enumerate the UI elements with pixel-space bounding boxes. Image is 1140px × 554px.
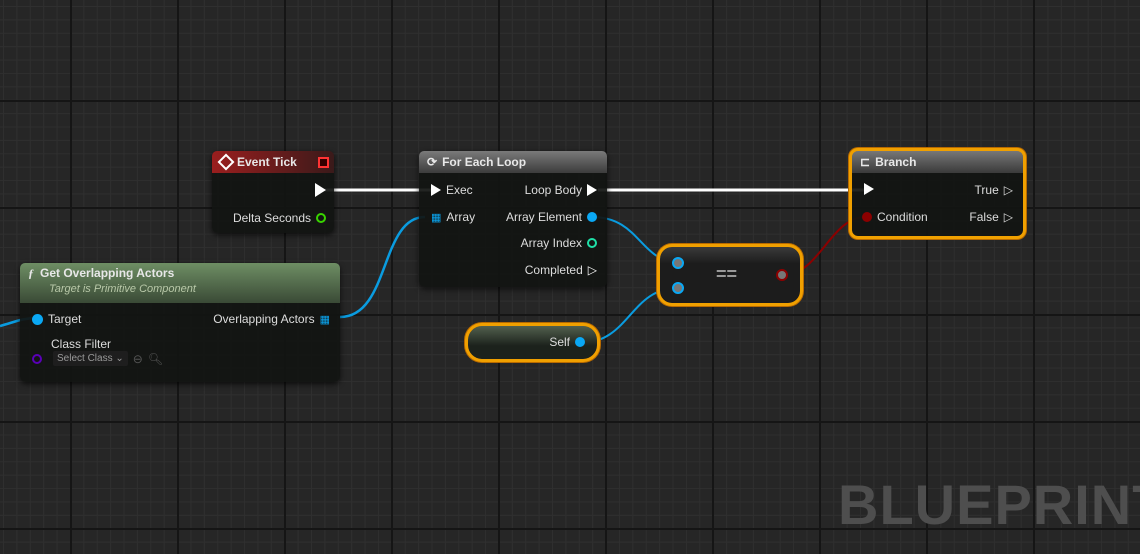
pin-label: Self: [549, 335, 570, 349]
pin-label: Loop Body: [524, 183, 582, 197]
exec-out-pin-hollow[interactable]: ▷: [1004, 183, 1013, 197]
self-node[interactable]: Self: [465, 323, 600, 362]
pin-label: Array: [446, 210, 476, 224]
array-pin[interactable]: ▦: [320, 313, 330, 326]
function-icon: ƒ: [28, 266, 34, 280]
bool-out-pin[interactable]: [776, 269, 788, 281]
branch-node[interactable]: ⊏ Branch Condition True ▷ False ▷: [849, 148, 1026, 239]
array-wire[interactable]: [339, 215, 426, 319]
pin-label: True: [974, 183, 999, 197]
exec-in-pin[interactable]: [431, 184, 441, 196]
object-pin[interactable]: [32, 313, 43, 325]
exec-out-pin-hollow[interactable]: ▷: [1004, 210, 1013, 224]
pin-label: Exec: [446, 183, 473, 197]
pin-label: Class Filter: [51, 337, 112, 351]
pin-label: Array Index: [520, 236, 582, 250]
object-pin[interactable]: [587, 212, 597, 222]
browse-search-icon[interactable]: 🔍︎: [148, 352, 163, 366]
node-title: Event Tick: [237, 155, 297, 169]
pin-label: Completed: [524, 263, 583, 277]
loop-icon: ⟳: [427, 155, 438, 169]
get-overlapping-actors-node[interactable]: ƒ Get Overlapping Actors Target is Primit…: [20, 263, 340, 382]
int-pin[interactable]: [587, 238, 597, 248]
pin-label: Array Element: [505, 210, 582, 224]
node-title: Get Overlapping Actors: [40, 266, 175, 280]
exec-in-pin[interactable]: [864, 183, 874, 195]
equals-node[interactable]: ==: [657, 244, 803, 306]
array-pin[interactable]: ▦: [431, 211, 441, 224]
node-title: For Each Loop: [442, 155, 527, 169]
select-class-dropdown[interactable]: Select Class ⌄: [53, 351, 128, 366]
use-selected-icon[interactable]: ⊖: [133, 352, 143, 366]
pin-label: Condition: [877, 210, 928, 224]
exec-out-pin[interactable]: [315, 183, 326, 197]
object-in-pin-b[interactable]: [672, 282, 684, 294]
for-each-loop-node[interactable]: ⟳ For Each Loop Exec ▦ Array Loop Body Ar…: [419, 151, 607, 287]
blueprint-watermark: BLUEPRINT: [838, 473, 1140, 536]
pin-label: False: [969, 210, 999, 224]
bool-pin[interactable]: [862, 212, 872, 222]
pin-label: Delta Seconds: [232, 211, 311, 225]
pin-label: Overlapping Actors: [213, 312, 315, 326]
delegate-pin-icon[interactable]: [318, 156, 329, 168]
event-diamond-icon: [217, 153, 235, 171]
node-subtitle: Target is Primitive Component: [49, 283, 196, 295]
node-title: Branch: [875, 155, 917, 169]
class-pin[interactable]: [32, 353, 42, 364]
exec-out-pin[interactable]: [587, 184, 597, 196]
object-in-pin-a[interactable]: [672, 257, 684, 269]
object-pin[interactable]: [575, 337, 585, 347]
event-tick-node[interactable]: Event Tick Delta Seconds: [212, 151, 334, 233]
pin-label: Target: [48, 312, 82, 326]
exec-out-pin-hollow[interactable]: ▷: [588, 263, 597, 277]
branch-icon: ⊏: [860, 155, 871, 169]
float-pin[interactable]: [316, 213, 326, 223]
node-title: ==: [716, 264, 738, 284]
